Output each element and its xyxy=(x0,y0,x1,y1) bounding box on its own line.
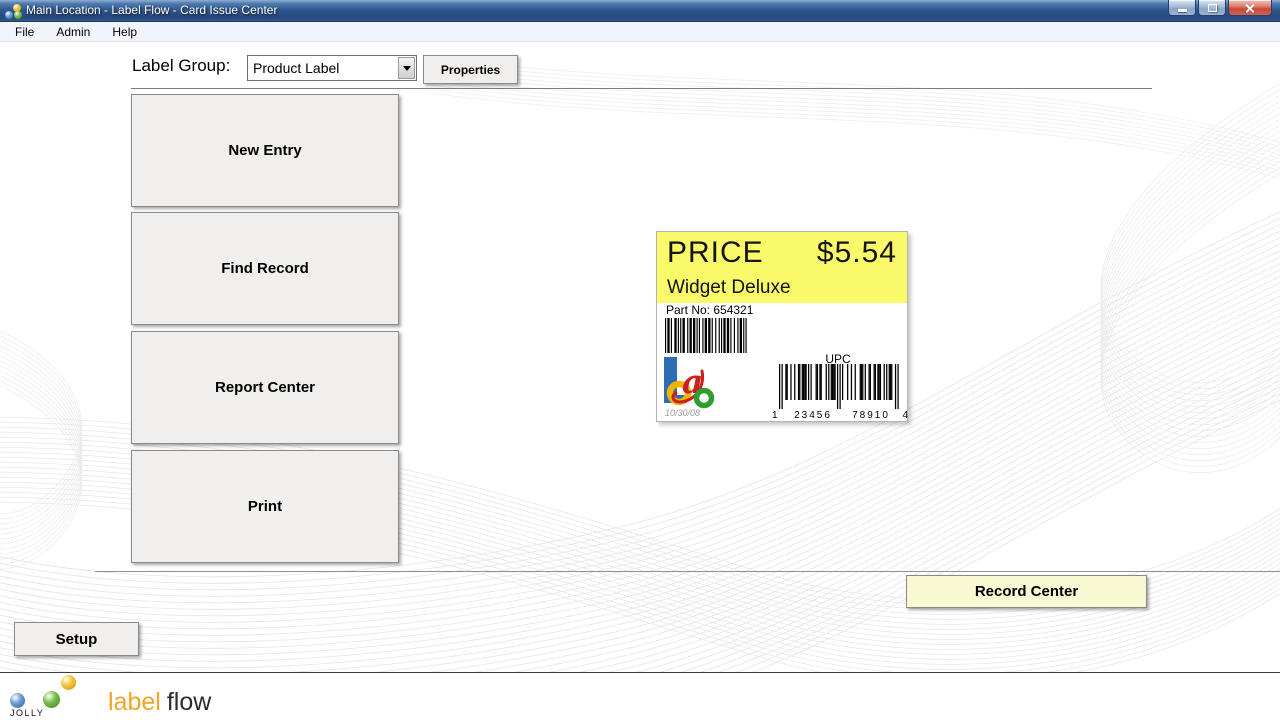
menu-help[interactable]: Help xyxy=(101,22,148,41)
logo-graphic: a xyxy=(662,357,718,409)
record-center-separator xyxy=(95,571,1280,572)
minimize-icon xyxy=(1178,9,1187,12)
brand-flow-word: flow xyxy=(167,688,211,716)
jolly-logo: JOLLY xyxy=(10,675,100,719)
part-number-barcode xyxy=(665,318,749,353)
dropdown-arrow-button[interactable] xyxy=(398,57,415,79)
upc-digits-right: 78910 xyxy=(852,410,890,421)
app-icon-ball-green xyxy=(14,11,22,19)
minimize-button[interactable] xyxy=(1168,0,1196,16)
find-record-button[interactable]: Find Record xyxy=(131,212,399,325)
jolly-wordmark: JOLLY xyxy=(10,708,44,718)
jolly-ball-yellow xyxy=(61,675,76,690)
date-stamp: 10/30/08 xyxy=(665,408,700,418)
upc-digits-left: 23456 xyxy=(794,410,832,421)
brand-label-word: label xyxy=(108,688,161,716)
properties-button[interactable]: Properties xyxy=(423,55,518,84)
close-button[interactable] xyxy=(1228,0,1272,16)
restore-icon xyxy=(1208,4,1217,12)
upc-digit-system: 1 xyxy=(772,410,778,421)
new-entry-button[interactable]: New Entry xyxy=(131,94,399,207)
product-name: Widget Deluxe xyxy=(667,277,791,299)
report-center-button[interactable]: Report Center xyxy=(131,331,399,444)
record-center-button[interactable]: Record Center xyxy=(906,575,1147,608)
jolly-ball-green xyxy=(43,691,60,708)
menu-admin[interactable]: Admin xyxy=(45,22,101,41)
close-icon xyxy=(1245,3,1255,13)
label-group-dropdown[interactable]: Product Label xyxy=(247,55,417,81)
part-number: Part No: 654321 xyxy=(666,303,753,317)
label-group-selected-value: Product Label xyxy=(248,60,398,76)
window-title: Main Location - Label Flow - Card Issue … xyxy=(26,3,277,17)
chevron-down-icon xyxy=(403,66,411,71)
app-icon-ball-blue xyxy=(5,11,13,19)
title-bar: Main Location - Label Flow - Card Issue … xyxy=(0,0,1280,22)
app-icon xyxy=(5,3,23,19)
price-value: $5.54 xyxy=(817,236,897,270)
label-preview: PRICE $5.54 Widget Deluxe Part No: 65432… xyxy=(656,231,908,422)
footer: JOLLY labelflow xyxy=(0,673,1280,720)
jolly-ball-blue xyxy=(10,693,25,708)
brand-wordmark: labelflow xyxy=(108,688,211,717)
menu-bar: File Admin Help xyxy=(0,22,1280,42)
print-button[interactable]: Print xyxy=(131,450,399,563)
label-group-label: Label Group: xyxy=(132,56,230,76)
price-label: PRICE xyxy=(667,236,764,270)
setup-button[interactable]: Setup xyxy=(14,622,139,656)
upc-digit-check: 4 xyxy=(902,410,908,421)
menu-file[interactable]: File xyxy=(4,22,45,41)
upc-barcode: 1 23456 78910 4 xyxy=(771,364,909,421)
restore-button[interactable] xyxy=(1198,0,1226,16)
toolbar-separator xyxy=(131,88,1152,89)
